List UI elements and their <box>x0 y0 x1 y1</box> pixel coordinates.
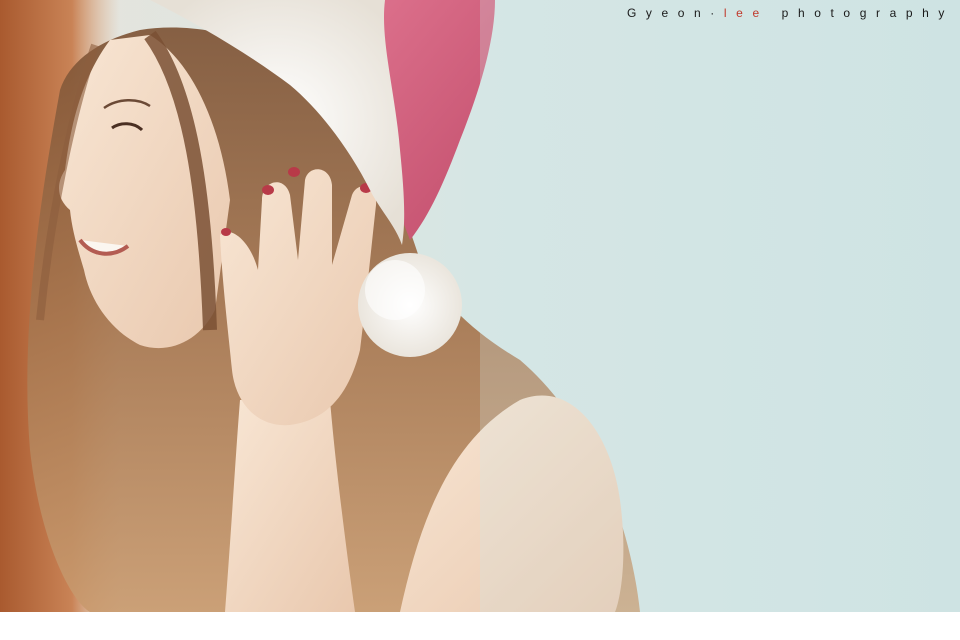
nail <box>288 167 300 177</box>
bottom-margin <box>0 612 960 640</box>
nail <box>221 228 231 236</box>
photographer-watermark: Gyeon·lee photography <box>627 6 954 20</box>
nail <box>262 185 274 195</box>
light-wash <box>480 0 960 612</box>
photo-frame: Gyeon·lee photography <box>0 0 960 612</box>
pompom-highlight <box>365 260 425 320</box>
watermark-photography: photography <box>781 6 954 20</box>
watermark-separator: · <box>710 6 724 20</box>
watermark-first-name: Gyeon <box>626 6 711 20</box>
watermark-last-name: lee <box>723 6 769 20</box>
photo-illustration <box>0 0 960 612</box>
